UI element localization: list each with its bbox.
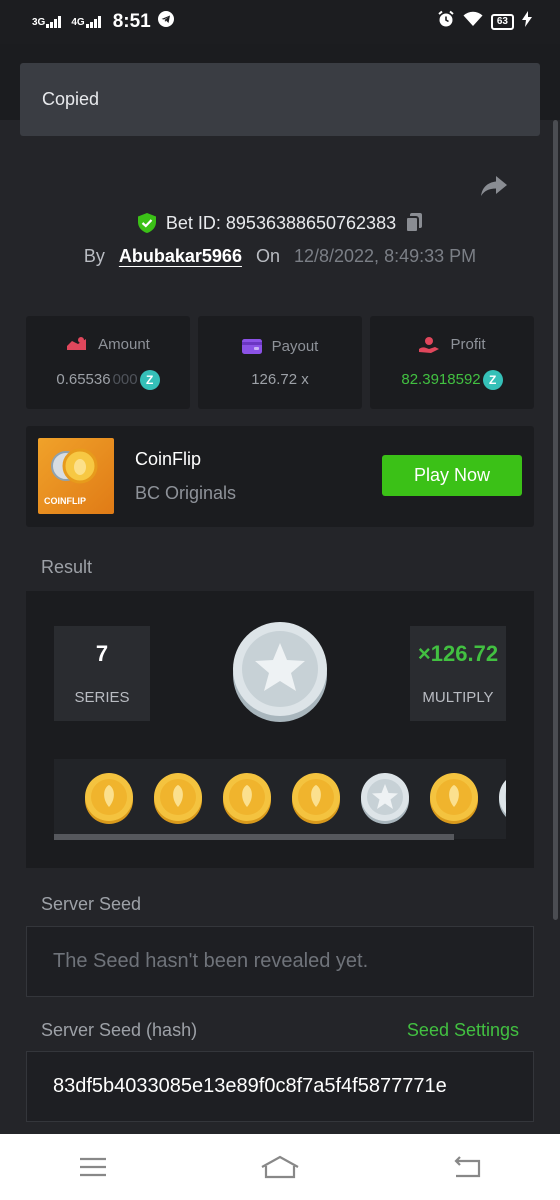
server-seed-value: The Seed hasn't been revealed yet. [53, 950, 369, 972]
bet-details-page: Copied Bet ID: 89536388650762383 By Abub… [0, 44, 560, 1134]
page-scrollbar[interactable] [553, 120, 558, 920]
series-value: 7 [95, 641, 109, 666]
flip-history-scrollbar[interactable] [54, 834, 454, 840]
game-card: COINFLIP CoinFlip BC Originals Play Now [26, 426, 534, 527]
charging-icon [522, 11, 532, 33]
alarm-icon [437, 10, 455, 34]
home-button[interactable] [250, 1147, 310, 1187]
status-bar: 3G 4G 8:51 63 [0, 0, 560, 44]
silver-star-coin-icon [361, 773, 409, 824]
on-label: On [255, 246, 280, 266]
gold-coin-icon [292, 773, 340, 824]
profit-value: 82.3918592 [401, 371, 481, 388]
zil-coin-icon: Z [139, 369, 160, 390]
gold-coin-icon [223, 773, 271, 824]
menu-icon [80, 1157, 107, 1177]
amount-value: 0.65536 [56, 371, 111, 388]
bet-id: Bet ID: 89536388650762383 [165, 212, 397, 233]
network-3g-label: 3G [32, 17, 46, 28]
server-seed-hash-field[interactable]: 83df5b4033085e13e89f0c8f7a5f4f5877771e [26, 1051, 534, 1122]
bet-date: 12/8/2022, 8:49:33 PM [293, 246, 477, 266]
wifi-icon [463, 11, 483, 33]
network-3g-indicator: 3G [32, 16, 62, 28]
payout-value: 126.72 x [251, 371, 309, 388]
system-nav-bar [0, 1134, 560, 1200]
play-now-button[interactable]: Play Now [382, 455, 522, 496]
zil-coin-icon: Z [482, 369, 503, 390]
verified-shield-icon [137, 213, 156, 233]
back-icon [454, 1156, 480, 1178]
menu-button[interactable] [63, 1147, 123, 1187]
amount-stat: Amount 0.65536 000 Z [26, 316, 190, 409]
server-seed-hash-heading: Server Seed (hash) [41, 1020, 198, 1040]
silver-star-coin-icon [499, 780, 506, 817]
result-heading: Result [41, 557, 93, 577]
clock: 8:51 [112, 11, 151, 32]
play-now-label: Play Now [413, 465, 491, 485]
server-seed-field: The Seed hasn't been revealed yet. [26, 926, 534, 997]
username-link[interactable]: Abubakar5966 [119, 246, 242, 267]
server-seed-hash-value: 83df5b4033085e13e89f0c8f7a5f4f5877771e [53, 1075, 447, 1097]
home-icon [261, 1155, 299, 1179]
multiply-label: MULTIPLY [422, 689, 494, 706]
back-button[interactable] [437, 1147, 497, 1187]
coinflip-thumbnail[interactable]: COINFLIP [38, 438, 114, 514]
toast-text: Copied [42, 89, 100, 109]
payout-label: Payout [271, 337, 319, 355]
network-4g-label: 4G [71, 17, 85, 28]
silver-star-coin-icon [233, 622, 327, 722]
share-icon[interactable] [480, 174, 508, 198]
amount-label: Amount [98, 336, 150, 353]
amount-trailing-zeros: 000 [112, 371, 138, 388]
seed-settings-link[interactable]: Seed Settings [407, 1020, 519, 1041]
bet-stats: Amount 0.65536 000 Z Payout 126.72 x Pro… [26, 316, 534, 409]
result-panel: 7 SERIES ×126.72 MULTIPLY [26, 591, 534, 868]
game-name[interactable]: CoinFlip [135, 449, 201, 470]
bet-id-row: Bet ID: 89536388650762383 [0, 212, 560, 234]
series-label: SERIES [74, 689, 130, 706]
flip-history[interactable] [54, 759, 506, 839]
network-4g-indicator: 4G [71, 16, 101, 28]
multiply-value: ×126.72 [417, 641, 499, 666]
profit-icon [419, 336, 440, 353]
by-label: By [83, 246, 105, 266]
battery-indicator: 63 [490, 14, 514, 30]
multiply-box: ×126.72 MULTIPLY [410, 626, 506, 721]
server-seed-heading: Server Seed [41, 894, 142, 914]
gold-coin-icon [430, 773, 478, 824]
bet-author-row: By Abubakar5966 On 12/8/2022, 8:49:33 PM [0, 246, 560, 267]
profit-label: Profit [450, 336, 486, 353]
gold-coin-icon [154, 773, 202, 824]
copied-toast: Copied [20, 63, 540, 136]
payout-stat: Payout 126.72 x [198, 316, 362, 409]
wallet-icon [241, 339, 262, 354]
telegram-icon [157, 10, 175, 34]
gold-coin-icon [85, 773, 133, 824]
thumbnail-title: COINFLIP [44, 496, 86, 506]
amount-icon [67, 336, 87, 350]
game-provider: BC Originals [135, 483, 237, 503]
copy-icon[interactable] [404, 212, 424, 234]
series-box: 7 SERIES [54, 626, 150, 721]
profit-stat: Profit 82.3918592 Z [370, 316, 534, 409]
